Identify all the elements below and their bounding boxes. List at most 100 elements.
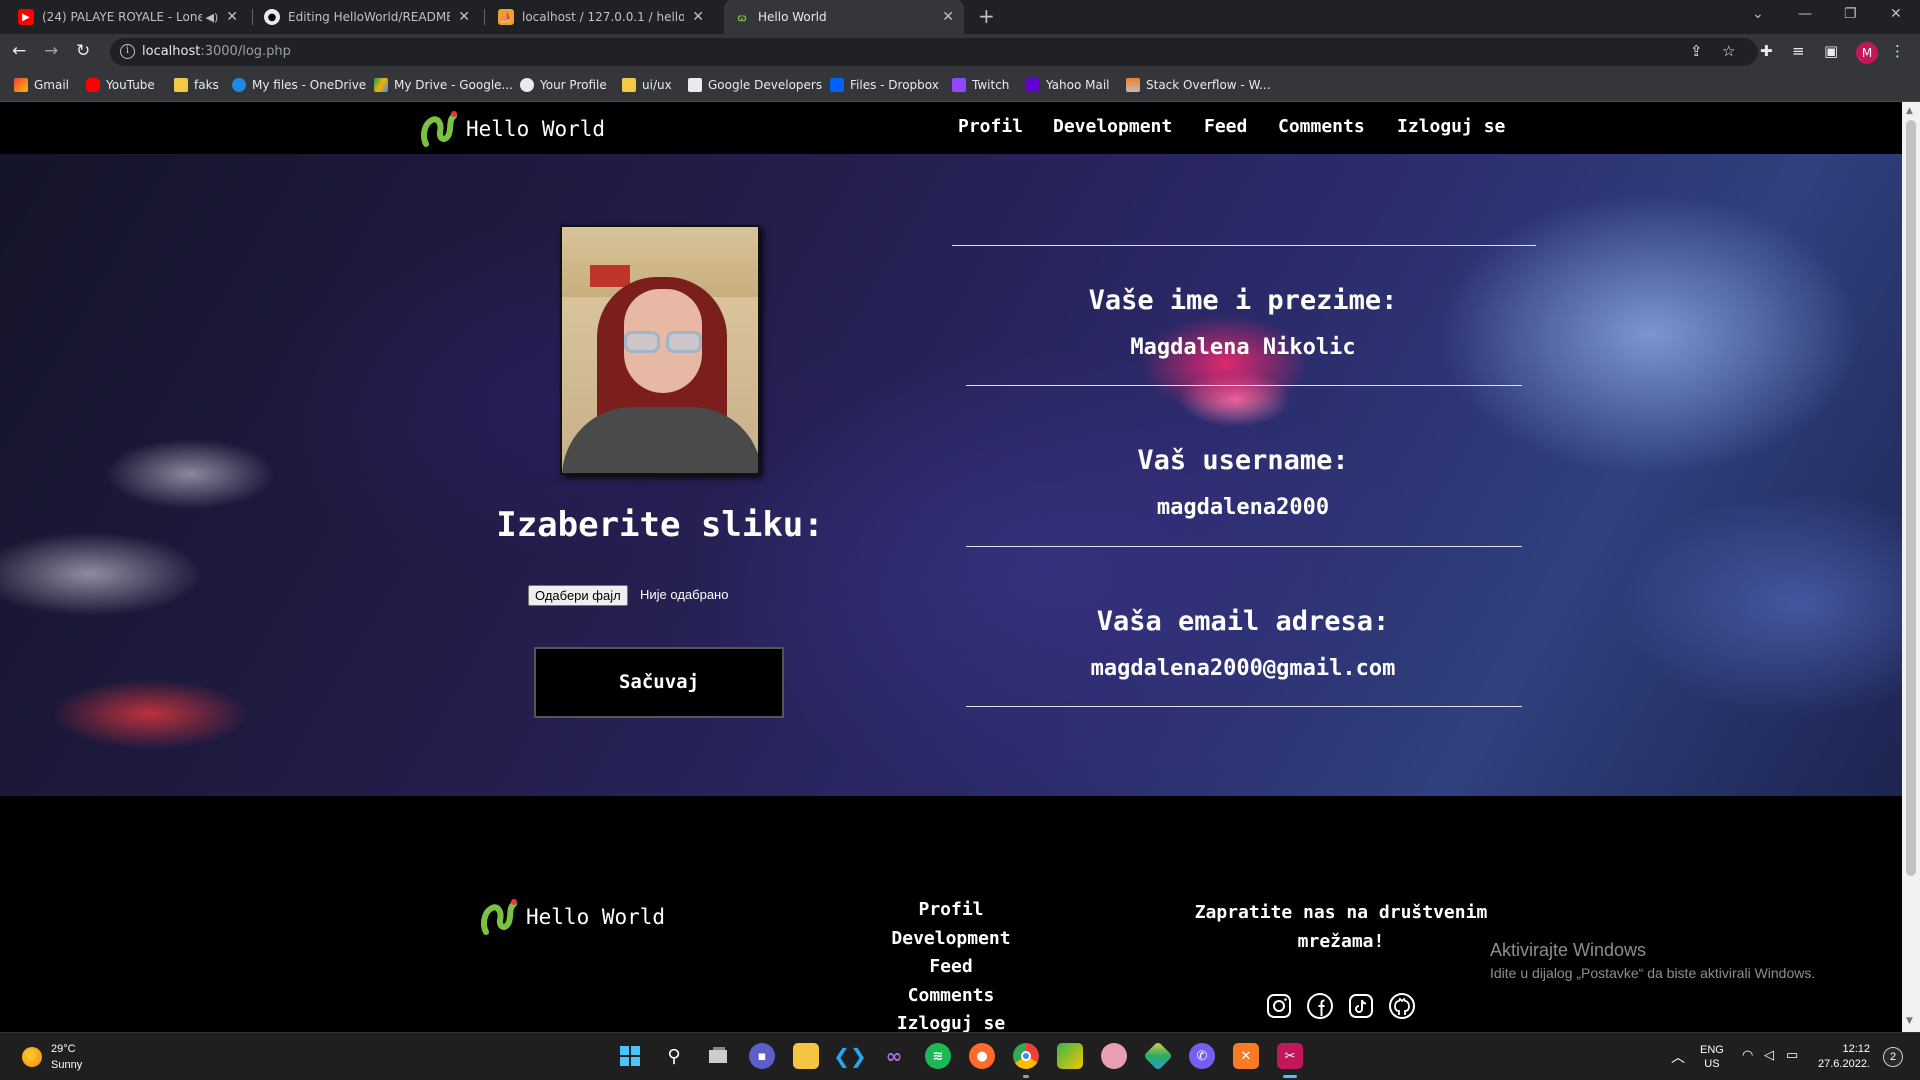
bookmark-stackoverflow[interactable]: Stack Overflow - W... <box>1126 78 1271 92</box>
bookmark-uiux[interactable]: ui/ux <box>622 78 672 92</box>
back-button[interactable]: ← <box>12 41 26 61</box>
site-navbar: Hello World Profil Development Feed Comm… <box>0 102 1902 154</box>
stackoverflow-icon <box>1126 78 1140 92</box>
close-window-button[interactable]: ✕ <box>1890 6 1902 22</box>
tab-separator <box>484 9 485 25</box>
battery-icon[interactable]: ▭ <box>1786 1047 1798 1063</box>
address-bar[interactable]: i localhost:3000/log.php <box>110 38 1758 66</box>
minimize-button[interactable]: — <box>1798 6 1812 22</box>
nav-logout[interactable]: Izloguj se <box>1397 116 1505 137</box>
file-explorer-icon[interactable] <box>793 1043 819 1069</box>
facebook-icon[interactable] <box>1305 991 1335 1021</box>
bookmark-google-developers[interactable]: Google Developers <box>688 78 822 92</box>
show-hidden-icons[interactable]: ︿ <box>1671 1047 1685 1067</box>
reading-list-icon[interactable]: ≡ <box>1792 42 1805 60</box>
hello-world-logo-icon <box>421 111 457 147</box>
forward-button[interactable]: → <box>44 41 58 61</box>
weather-temperature[interactable]: 29°C <box>51 1043 76 1055</box>
nav-comments[interactable]: Comments <box>1278 116 1365 137</box>
tiktok-icon[interactable] <box>1346 991 1376 1021</box>
windows-activation-watermark: Aktivirajte Windows Idite u dijalog „Pos… <box>1490 940 1816 981</box>
bookmark-faks[interactable]: faks <box>174 78 219 92</box>
profile-avatar[interactable]: M <box>1856 42 1878 64</box>
bookmark-youtube[interactable]: YouTube <box>86 78 155 92</box>
speaker-icon[interactable]: ◀) <box>206 11 219 24</box>
teams-chat-icon[interactable]: ▪ <box>749 1043 775 1069</box>
viber-icon[interactable]: ✆ <box>1189 1043 1215 1069</box>
spotify-icon[interactable]: ≋ <box>925 1043 951 1069</box>
onedrive-icon <box>232 78 246 92</box>
new-tab-button[interactable]: + <box>978 4 995 28</box>
instagram-icon[interactable] <box>1264 991 1294 1021</box>
site-logo[interactable]: Hello World <box>418 106 605 152</box>
tab-phpmyadmin[interactable]: ⛵ localhost / 127.0.0.1 / helloworld ✕ <box>488 0 714 34</box>
close-tab-icon[interactable]: ✕ <box>942 9 954 25</box>
divider <box>966 546 1522 547</box>
scrollbar-thumb[interactable] <box>1906 120 1916 876</box>
tab-hello-world[interactable]: ꞷ Hello World ✕ <box>724 0 964 34</box>
bookmark-gmail[interactable]: Gmail <box>14 78 69 92</box>
side-panel-icon[interactable]: ▣ <box>1824 42 1838 60</box>
volume-icon[interactable]: ◁ <box>1764 1047 1774 1063</box>
browser-tab-bar: ▶ (24) PALAYE ROYALE - Lonely ◀) ✕ ● Edi… <box>0 0 1920 34</box>
clock[interactable]: 12:12 27.6.2022. <box>1818 1042 1870 1072</box>
bookmark-onedrive[interactable]: My files - OneDrive <box>232 78 366 92</box>
upload-title: Izaberite sliku: <box>496 505 824 545</box>
restore-button[interactable]: ❐ <box>1844 6 1857 22</box>
youtube-icon: ▶ <box>18 9 34 25</box>
close-tab-icon[interactable]: ✕ <box>458 9 470 25</box>
wifi-icon[interactable]: ◠ <box>1742 1047 1753 1063</box>
footer-link-comments[interactable]: Comments <box>860 985 1042 1006</box>
bookmark-twitch[interactable]: Twitch <box>952 78 1009 92</box>
sticky-app-icon[interactable] <box>1057 1043 1083 1069</box>
sun-icon[interactable] <box>22 1047 42 1067</box>
footer-link-feed[interactable]: Feed <box>860 956 1042 977</box>
bookmark-yahoo-mail[interactable]: Yahoo Mail <box>1026 78 1110 92</box>
notification-badge[interactable]: 2 <box>1883 1047 1903 1067</box>
scroll-up-icon[interactable]: ▲ <box>1906 106 1913 116</box>
footer-logo[interactable]: Hello World <box>478 894 665 940</box>
xampp-icon[interactable]: ✕ <box>1233 1043 1259 1069</box>
browser-toolbar: ← → ↻ i localhost:3000/log.php ⇪ ☆ ✚ ≡ ▣… <box>0 34 1920 70</box>
bookmark-dropbox[interactable]: Files - Dropbox <box>830 78 939 92</box>
footer-link-development[interactable]: Development <box>860 928 1042 949</box>
close-tab-icon[interactable]: ✕ <box>226 9 238 25</box>
tab-search-icon[interactable]: ⌄ <box>1752 6 1764 22</box>
vscode-icon[interactable]: ❮❯ <box>833 1043 867 1069</box>
weather-condition[interactable]: Sunny <box>51 1059 82 1071</box>
github-icon[interactable] <box>1387 991 1417 1021</box>
share-icon[interactable]: ⇪ <box>1690 42 1703 60</box>
choose-file-button[interactable]: Одабери фајл <box>528 585 628 606</box>
divider <box>952 245 1536 246</box>
snipping-tool-icon[interactable]: ✂ <box>1277 1043 1303 1069</box>
start-icon[interactable] <box>617 1043 643 1069</box>
scroll-down-icon[interactable]: ▼ <box>1906 1016 1913 1026</box>
divider <box>966 385 1522 386</box>
chrome-icon[interactable] <box>1013 1043 1039 1069</box>
nav-development[interactable]: Development <box>1053 116 1172 137</box>
nav-feed[interactable]: Feed <box>1204 116 1247 137</box>
reload-button[interactable]: ↻ <box>76 41 90 61</box>
bookmark-github[interactable]: Your Profile <box>520 78 607 92</box>
tab-title: localhost / 127.0.0.1 / helloworld <box>522 10 685 24</box>
language-indicator[interactable]: ENG US <box>1700 1043 1724 1071</box>
game-character-icon[interactable] <box>1101 1043 1127 1069</box>
tab-youtube[interactable]: ▶ (24) PALAYE ROYALE - Lonely ◀) ✕ <box>8 0 248 34</box>
footer-link-logout[interactable]: Izloguj se <box>860 1013 1042 1032</box>
bookmark-star-icon[interactable]: ☆ <box>1722 42 1735 60</box>
bookmark-google-drive[interactable]: My Drive - Google... <box>374 78 513 92</box>
tab-github[interactable]: ● Editing HelloWorld/README.md ✕ <box>254 0 480 34</box>
kite-app-icon[interactable] <box>1143 1041 1173 1071</box>
search-icon[interactable]: ⚲ <box>661 1043 687 1069</box>
menu-icon[interactable]: ⋮ <box>1890 42 1905 60</box>
nav-profil[interactable]: Profil <box>958 116 1023 137</box>
task-view-icon[interactable] <box>705 1043 731 1069</box>
footer-link-profil[interactable]: Profil <box>860 899 1042 920</box>
site-info-icon[interactable]: i <box>120 44 135 59</box>
visual-studio-icon[interactable]: ∞ <box>881 1043 907 1069</box>
extensions-icon[interactable]: ✚ <box>1760 42 1773 60</box>
page-scrollbar[interactable]: ▲ ▼ <box>1902 102 1920 1032</box>
close-tab-icon[interactable]: ✕ <box>692 9 704 25</box>
save-button[interactable]: Sačuvaj <box>534 647 784 718</box>
origin-icon[interactable]: ● <box>969 1043 995 1069</box>
